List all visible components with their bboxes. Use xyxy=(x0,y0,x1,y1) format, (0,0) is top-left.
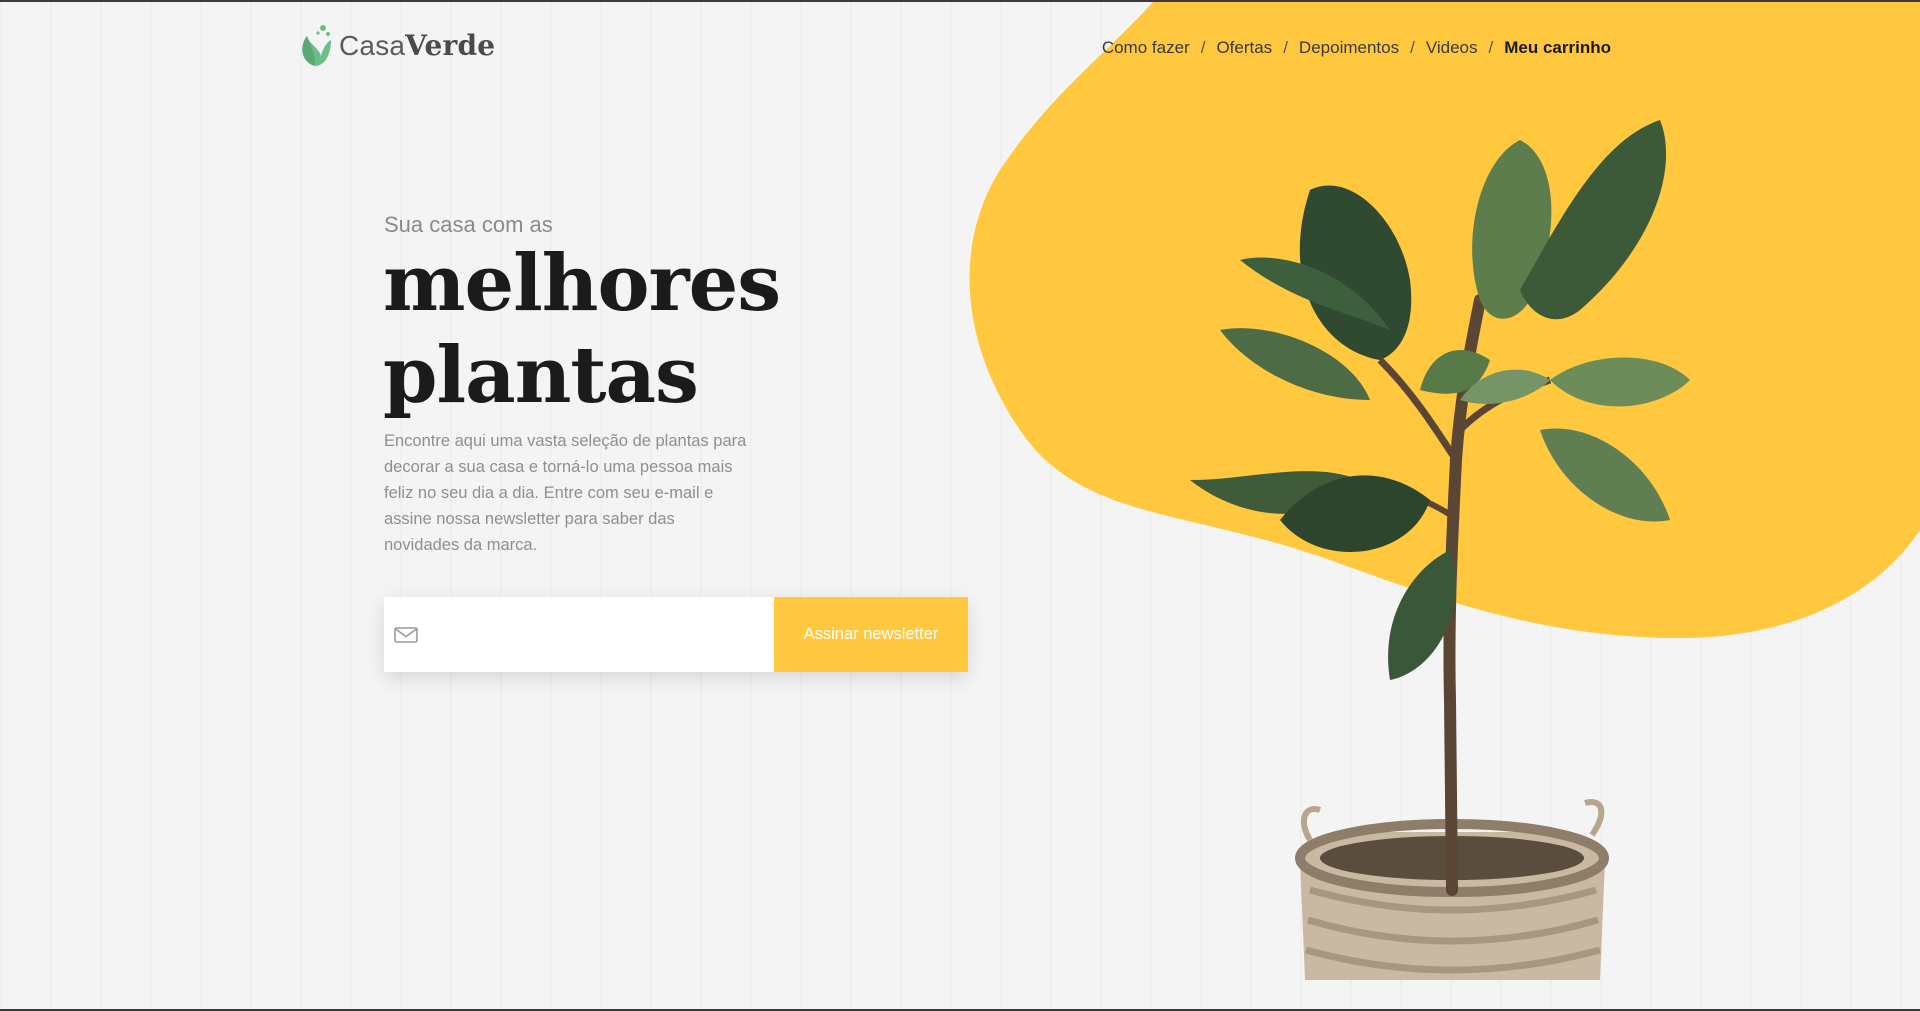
nav-item-meu-carrinho[interactable]: Meu carrinho xyxy=(1504,38,1611,58)
nav-separator: / xyxy=(1410,38,1415,57)
hero-description: Encontre aqui uma vasta seleção de plant… xyxy=(384,432,747,554)
email-input[interactable] xyxy=(418,596,774,673)
brand-logo[interactable]: CasaVerde xyxy=(297,22,495,68)
subscribe-newsletter-button[interactable]: Assinar newsletter xyxy=(774,597,968,672)
mail-icon xyxy=(394,626,418,643)
hero-eyebrow: Sua casa com as xyxy=(384,212,553,237)
brand-name-bold: Verde xyxy=(405,28,496,62)
hero-headline: melhores plantas xyxy=(383,238,863,422)
nav-item-videos[interactable]: Videos xyxy=(1426,38,1478,58)
top-border xyxy=(0,0,1920,2)
nav-item-como-fazer[interactable]: Como fazer xyxy=(1102,38,1190,58)
nav-separator: / xyxy=(1200,38,1206,57)
hero-headline-line1: melhores xyxy=(383,238,781,329)
plant-image xyxy=(1190,120,1690,980)
email-field[interactable] xyxy=(384,596,774,673)
brand-name-light: Casa xyxy=(339,29,406,61)
nav-separator: / xyxy=(1283,38,1288,57)
main-nav: Como fazer / Ofertas / Depoimentos / Vid… xyxy=(1102,38,1611,58)
leaf-icon xyxy=(302,25,331,66)
brand-name: CasaVerde xyxy=(339,29,495,62)
nav-item-ofertas[interactable]: Ofertas xyxy=(1216,38,1272,58)
plant-leaves xyxy=(1190,120,1690,680)
newsletter-form: Assinar newsletter xyxy=(384,596,968,673)
nav-separator: / xyxy=(1488,38,1494,57)
hero-headline-line2: plantas xyxy=(383,330,699,421)
nav-item-depoimentos[interactable]: Depoimentos xyxy=(1299,38,1399,58)
